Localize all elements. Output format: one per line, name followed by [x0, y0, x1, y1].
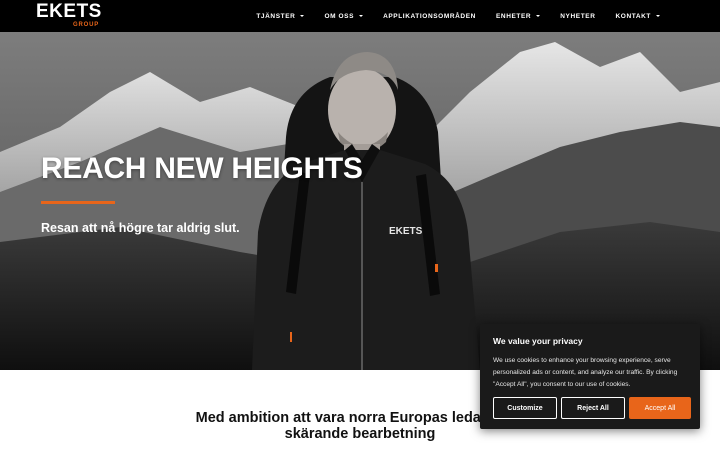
- logo-subtext: GROUP: [73, 22, 100, 28]
- chevron-down-icon: [536, 15, 541, 17]
- page: EKETS GROUP TJÄNSTER OM OSS APPLIKATIONS…: [0, 0, 720, 450]
- ekets-logo[interactable]: EKETS GROUP: [36, 1, 102, 28]
- cookie-actions: Customize Reject All Accept All: [493, 397, 691, 419]
- site-header: EKETS GROUP TJÄNSTER OM OSS APPLIKATIONS…: [0, 0, 720, 32]
- chevron-down-icon: [359, 15, 364, 17]
- nav-item-kontakt[interactable]: KONTAKT: [606, 0, 671, 32]
- nav-label: KONTAKT: [615, 12, 651, 20]
- hero-title: REACH NEW HEIGHTS: [41, 152, 363, 185]
- nav-label: TJÄNSTER: [256, 12, 296, 20]
- nav-label: APPLIKATIONSOMRÅDEN: [383, 12, 476, 20]
- cookie-title: We value your privacy: [493, 336, 583, 346]
- nav-item-enheter[interactable]: ENHETER: [486, 0, 550, 32]
- hero-divider: [41, 201, 115, 204]
- hero-banner: EKETS REACH NEW HEIGHTS Resan att nå hög…: [0, 32, 720, 370]
- reject-all-button[interactable]: Reject All: [561, 397, 625, 419]
- jacket-logo: EKETS: [389, 226, 423, 237]
- nav-item-om-oss[interactable]: OM OSS: [314, 0, 373, 32]
- main-nav: TJÄNSTER OM OSS APPLIKATIONSOMRÅDEN ENHE…: [246, 0, 670, 32]
- chevron-down-icon: [300, 15, 305, 17]
- accept-all-button[interactable]: Accept All: [629, 397, 691, 419]
- chevron-down-icon: [656, 15, 660, 17]
- nav-label: NYHETER: [560, 12, 596, 20]
- customize-button[interactable]: Customize: [493, 397, 557, 419]
- cookie-consent-banner: We value your privacy We use cookies to …: [480, 324, 700, 429]
- nav-label: OM OSS: [324, 12, 355, 20]
- cookie-description: We use cookies to enhance your browsing …: [493, 357, 678, 388]
- logo-wordmark: EKETS: [36, 1, 102, 22]
- nav-item-nyheter[interactable]: NYHETER: [550, 0, 605, 32]
- nav-item-tjanster[interactable]: TJÄNSTER: [246, 0, 314, 32]
- nav-label: ENHETER: [495, 12, 532, 20]
- hero-subtitle: Resan att nå högre tar aldrig slut.: [41, 221, 240, 235]
- nav-item-applikationsomraden[interactable]: APPLIKATIONSOMRÅDEN: [373, 0, 486, 32]
